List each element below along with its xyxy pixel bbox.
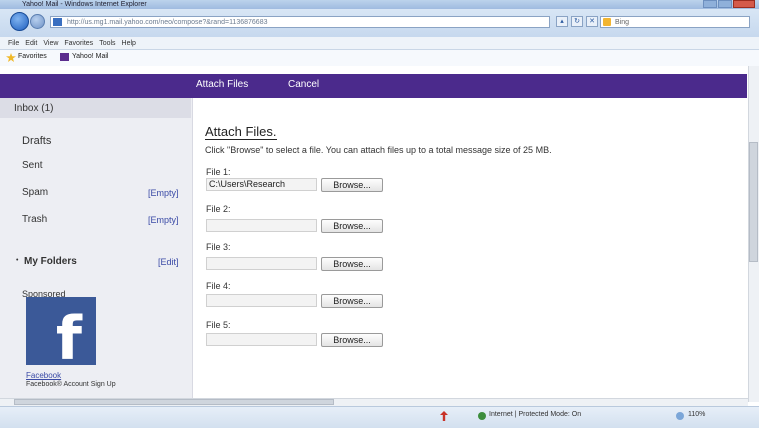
bing-icon <box>603 18 611 26</box>
globe-icon <box>478 412 486 420</box>
menu-file[interactable]: File <box>8 40 19 47</box>
empty-trash-link[interactable]: [Empty] <box>148 215 179 225</box>
zoom-level[interactable]: 110% <box>688 411 705 418</box>
page-title: Attach Files. <box>205 124 277 140</box>
refresh-icon[interactable]: ↻ <box>571 16 583 27</box>
window-controls <box>703 0 755 9</box>
menu-tools[interactable]: Tools <box>99 40 115 47</box>
address-bar[interactable]: http://us.mg1.mail.yahoo.com/neo/compose… <box>50 16 550 28</box>
edit-folders-link[interactable]: [Edit] <box>158 257 179 267</box>
file-4-label: File 4: <box>206 281 231 291</box>
file-3-input[interactable] <box>206 257 317 270</box>
window-title: Yahoo! Mail - Windows Internet Explorer <box>22 1 147 8</box>
window-titlebar: Yahoo! Mail - Windows Internet Explorer <box>0 0 759 9</box>
file-1-browse-button[interactable]: Browse... <box>321 178 383 192</box>
maximize-button[interactable] <box>718 0 732 8</box>
favorites-bar <box>0 50 759 67</box>
page-icon <box>53 18 62 26</box>
favorites-button[interactable]: Favorites <box>18 53 47 60</box>
back-button[interactable] <box>10 12 29 31</box>
file-4-browse-button[interactable]: Browse... <box>321 294 383 308</box>
sidebar-my-folders[interactable]: My Folders <box>24 256 77 267</box>
file-3-label: File 3: <box>206 242 231 252</box>
sidebar-item-trash[interactable]: Trash <box>22 214 47 225</box>
favorite-yahoo-mail[interactable]: Yahoo! Mail <box>72 53 108 60</box>
file-3-browse-button[interactable]: Browse... <box>321 257 383 271</box>
menu-favorites[interactable]: Favorites <box>64 40 93 47</box>
file-5-browse-button[interactable]: Browse... <box>321 333 383 347</box>
stop-icon[interactable]: ✕ <box>586 16 598 27</box>
status-bar <box>0 406 759 428</box>
minimize-button[interactable] <box>703 0 717 8</box>
ad-title-link[interactable]: Facebook <box>26 371 61 380</box>
file-2-input[interactable] <box>206 219 317 232</box>
file-1-input[interactable]: C:\Users\Research <box>206 178 317 191</box>
sidebar-item-inbox[interactable]: Inbox (1) <box>14 103 53 114</box>
forward-button[interactable] <box>30 14 45 29</box>
file-5-label: File 5: <box>206 320 231 330</box>
file-1-label: File 1: <box>206 167 231 177</box>
file-4-input[interactable] <box>206 294 317 307</box>
sidebar-item-drafts[interactable]: Drafts <box>22 135 51 147</box>
sidebar-item-spam[interactable]: Spam <box>22 187 48 198</box>
vertical-scroll-thumb[interactable] <box>749 142 758 262</box>
facebook-logo-icon: f <box>55 304 82 374</box>
address-actions: ▴ ↻ ✕ <box>556 16 598 27</box>
yahoo-mail-icon <box>60 53 69 61</box>
file-2-browse-button[interactable]: Browse... <box>321 219 383 233</box>
empty-spam-link[interactable]: [Empty] <box>148 188 179 198</box>
search-input[interactable]: Bing <box>600 16 750 28</box>
close-window-button[interactable] <box>733 0 755 8</box>
horizontal-scroll-thumb[interactable] <box>14 399 334 405</box>
menu-view[interactable]: View <box>43 40 58 47</box>
menu-help[interactable]: Help <box>122 40 136 47</box>
attach-files-button[interactable]: Attach Files <box>196 78 248 92</box>
compose-toolbar <box>0 74 747 98</box>
file-2-label: File 2: <box>206 204 231 214</box>
file-5-input[interactable] <box>206 333 317 346</box>
attach-instructions: Click "Browse" to select a file. You can… <box>205 145 552 155</box>
zoom-icon[interactable] <box>676 412 684 420</box>
security-zone[interactable]: Internet | Protected Mode: On <box>489 411 581 418</box>
ad-text: Facebook® Account Sign Up <box>26 381 116 388</box>
cancel-button[interactable]: Cancel <box>288 78 319 92</box>
sidebar-item-sent[interactable]: Sent <box>22 160 43 171</box>
lock-icon[interactable]: ▴ <box>556 16 568 27</box>
collapse-icon[interactable]: • <box>16 257 18 264</box>
menu-bar: File Edit View Favorites Tools Help <box>0 37 759 50</box>
menu-edit[interactable]: Edit <box>25 40 37 47</box>
